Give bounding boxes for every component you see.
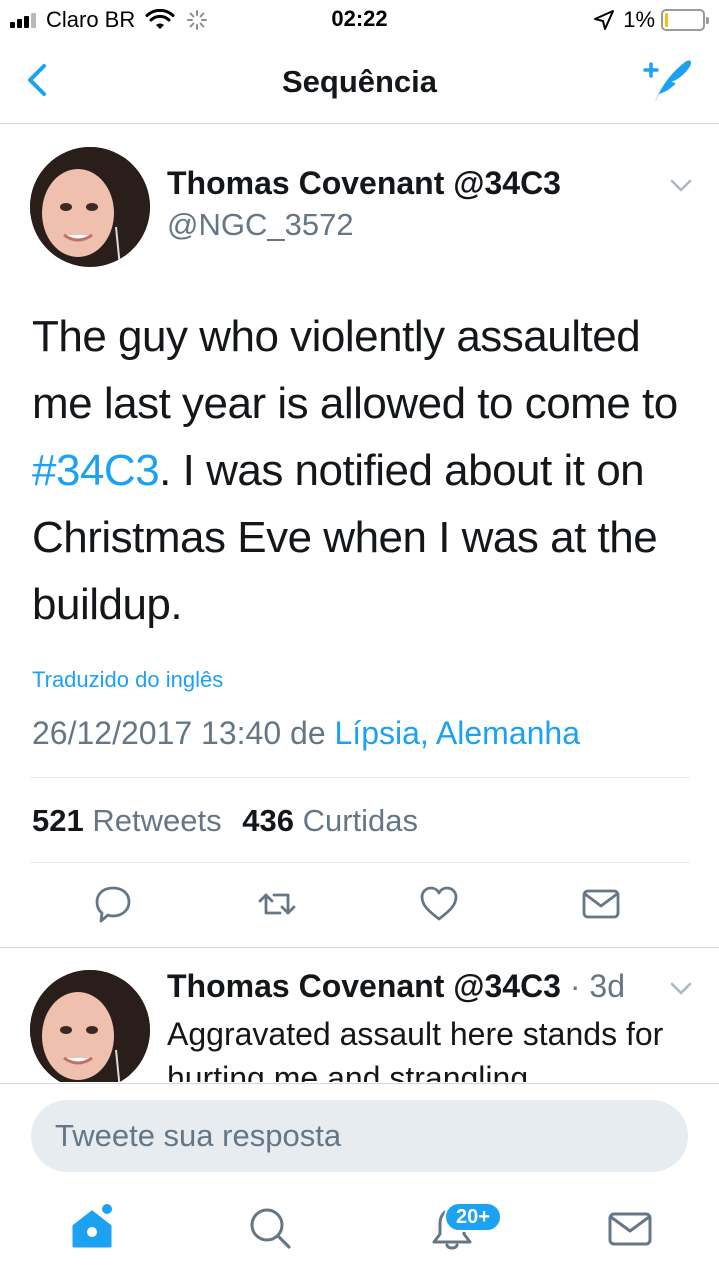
reply-header: Thomas Covenant @34C3 · 3d (167, 968, 625, 1005)
retweets-count: 521 (32, 803, 84, 838)
author-name[interactable]: Thomas Covenant @34C3 (167, 165, 561, 202)
status-bar: Claro BR 02:22 1% (0, 0, 719, 40)
reply-author-name[interactable]: Thomas Covenant @34C3 (167, 968, 561, 1004)
likes-stat[interactable]: 436 Curtidas (242, 803, 430, 838)
engagement-stats: 521 Retweets 436 Curtidas (32, 803, 430, 839)
likes-label: Curtidas (302, 803, 419, 838)
like-heart-icon[interactable] (418, 883, 460, 925)
author-handle[interactable]: @NGC_3572 (167, 207, 354, 243)
reply-age: · 3d (569, 968, 625, 1004)
battery-icon (661, 9, 709, 31)
from-word: de (290, 715, 326, 751)
tweet-text-part: The guy who violently assaulted me last … (32, 312, 678, 428)
messages-envelope-icon[interactable] (606, 1204, 654, 1252)
main-tweet: Thomas Covenant @34C3 @NGC_3572 The guy … (0, 125, 719, 947)
retweets-stat[interactable]: 521 Retweets (32, 803, 234, 838)
compose-tweet-icon[interactable] (641, 54, 695, 108)
likes-count: 436 (242, 803, 294, 838)
author-avatar[interactable] (30, 147, 150, 267)
navigation-bar: Sequência (0, 40, 719, 124)
search-icon[interactable] (246, 1204, 294, 1252)
avatar-photo (30, 970, 150, 1082)
divider (30, 777, 690, 778)
divider (30, 862, 690, 863)
tab-bar: 20+ (0, 1188, 719, 1280)
avatar-photo (30, 147, 150, 267)
status-right: 1% (593, 6, 709, 34)
reply-input[interactable] (31, 1100, 688, 1172)
reply-text: Aggravated assault here stands for hurti… (167, 1016, 664, 1082)
retweet-icon[interactable] (256, 883, 298, 925)
reply-composer (0, 1083, 719, 1188)
notifications-badge: 20+ (444, 1202, 502, 1232)
reply-icon[interactable] (92, 883, 134, 925)
battery-level-fill (665, 13, 668, 27)
home-unread-dot (102, 1204, 112, 1214)
reply-tweet[interactable]: Thomas Covenant @34C3 · 3d Aggravated as… (0, 948, 719, 1082)
tweet-timestamp: 26/12/2017 13:40 (32, 715, 282, 751)
location-link[interactable]: Lípsia, Alemanha (335, 715, 581, 751)
page-title: Sequência (281, 64, 438, 99)
retweets-label: Retweets (92, 803, 222, 838)
chevron-down-icon[interactable] (668, 976, 694, 1002)
reply-author-avatar[interactable] (30, 970, 150, 1082)
location-arrow-icon (594, 10, 615, 30)
timestamp-row: 26/12/2017 13:40 de Lípsia, Alemanha (32, 715, 580, 752)
hashtag-link[interactable]: #34C3 (32, 446, 160, 495)
direct-message-icon[interactable] (580, 883, 622, 925)
chevron-down-icon[interactable] (668, 173, 694, 199)
battery-percent: 1% (623, 7, 655, 32)
translated-label[interactable]: Traduzido do inglês (32, 667, 223, 693)
tweet-text: The guy who violently assaulted me last … (32, 303, 692, 638)
